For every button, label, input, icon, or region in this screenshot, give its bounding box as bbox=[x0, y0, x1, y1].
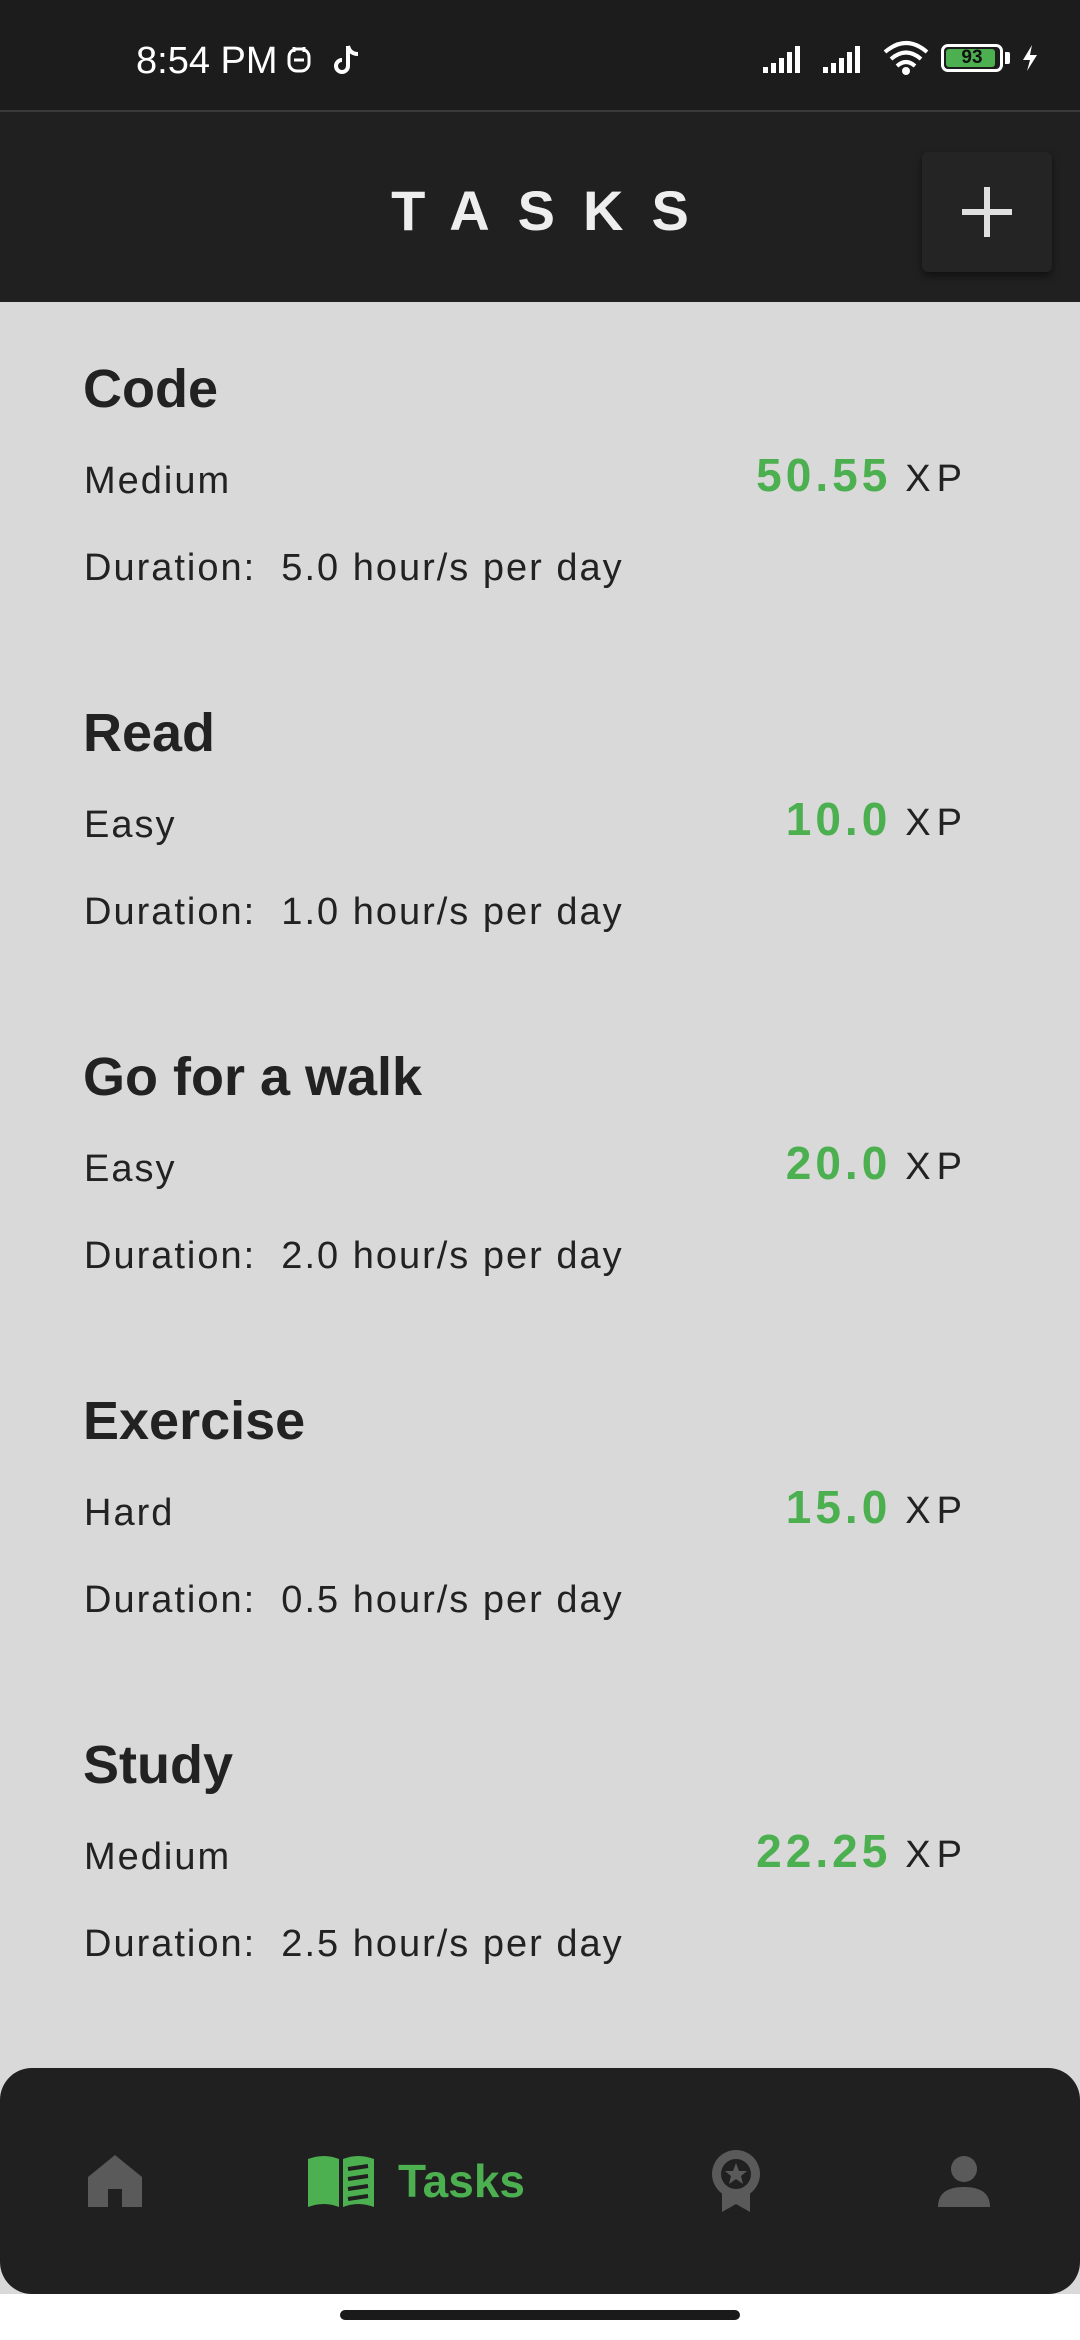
task-duration: Duration: 1.0 hour/s per day bbox=[84, 891, 624, 933]
task-xp: 50.55 XP bbox=[756, 448, 968, 502]
battery-indicator: 93 bbox=[941, 44, 1003, 72]
battery-level: 93 bbox=[961, 47, 983, 68]
app-bar: TASKS bbox=[0, 112, 1080, 302]
task-xp-value: 10.0 bbox=[785, 793, 892, 845]
task-duration: Duration: 2.5 hour/s per day bbox=[84, 1923, 624, 1965]
nav-profile[interactable] bbox=[936, 2068, 992, 2294]
task-xp: 22.25 XP bbox=[756, 1824, 968, 1878]
bottom-navigation: Tasks bbox=[0, 2068, 1080, 2294]
task-xp-value: 20.0 bbox=[785, 1137, 892, 1189]
task-xp: 10.0 XP bbox=[786, 792, 968, 846]
task-xp: 15.0 XP bbox=[786, 1480, 968, 1534]
task-xp-value: 22.25 bbox=[756, 1825, 892, 1877]
task-item[interactable]: Go for a walk Easy Duration: 2.0 hour/s … bbox=[0, 990, 1080, 1334]
task-list: Code Medium Duration: 5.0 hour/s per day… bbox=[0, 302, 1080, 2022]
task-item[interactable]: Exercise Hard Duration: 0.5 hour/s per d… bbox=[0, 1334, 1080, 1678]
nav-tasks[interactable]: Tasks bbox=[306, 2068, 525, 2294]
wifi-icon bbox=[883, 41, 929, 75]
status-bar: 8:54 PM 93 bbox=[0, 0, 1080, 112]
task-difficulty: Hard bbox=[84, 1492, 175, 1534]
task-difficulty: Easy bbox=[84, 1148, 177, 1190]
task-xp-unit: XP bbox=[905, 1146, 968, 1188]
nav-home[interactable] bbox=[86, 2068, 144, 2294]
task-item[interactable]: Read Easy Duration: 1.0 hour/s per day 1… bbox=[0, 646, 1080, 990]
book-icon bbox=[308, 2156, 374, 2207]
status-notification-icons bbox=[286, 42, 364, 76]
task-xp-value: 15.0 bbox=[785, 1481, 892, 1533]
nav-achievements[interactable] bbox=[708, 2068, 764, 2294]
signal-icon-2 bbox=[823, 46, 860, 73]
task-item[interactable]: Code Medium Duration: 5.0 hour/s per day… bbox=[0, 302, 1080, 646]
signal-icon bbox=[763, 46, 800, 73]
task-title: Go for a walk bbox=[83, 1047, 423, 1107]
battery-nub bbox=[1005, 52, 1010, 64]
home-indicator[interactable] bbox=[340, 2310, 740, 2320]
status-time: 8:54 PM bbox=[136, 40, 278, 82]
badge-icon bbox=[712, 2150, 760, 2212]
home-icon bbox=[88, 2155, 142, 2207]
alarm-icon bbox=[287, 47, 311, 73]
task-duration: Duration: 0.5 hour/s per day bbox=[84, 1579, 624, 1621]
task-xp-value: 50.55 bbox=[756, 449, 892, 501]
status-system-icons: 93 bbox=[761, 40, 1040, 76]
task-title: Read bbox=[83, 703, 216, 763]
add-task-button[interactable] bbox=[922, 152, 1052, 272]
task-difficulty: Easy bbox=[84, 804, 177, 846]
task-title: Study bbox=[83, 1735, 234, 1795]
task-item[interactable]: Study Medium Duration: 2.5 hour/s per da… bbox=[0, 1678, 1080, 2022]
person-icon bbox=[938, 2156, 990, 2207]
tiktok-icon bbox=[334, 45, 359, 74]
task-xp-unit: XP bbox=[905, 802, 968, 844]
task-difficulty: Medium bbox=[84, 1836, 232, 1878]
page-title: TASKS bbox=[391, 179, 717, 242]
task-xp: 20.0 XP bbox=[786, 1136, 968, 1190]
charging-icon bbox=[1023, 45, 1037, 71]
nav-tasks-label: Tasks bbox=[398, 2155, 526, 2207]
task-title: Code bbox=[83, 359, 218, 419]
task-xp-unit: XP bbox=[905, 1490, 968, 1532]
task-duration: Duration: 5.0 hour/s per day bbox=[84, 547, 624, 589]
task-xp-unit: XP bbox=[905, 1834, 968, 1876]
task-title: Exercise bbox=[83, 1391, 306, 1451]
task-difficulty: Medium bbox=[84, 460, 232, 502]
task-duration: Duration: 2.0 hour/s per day bbox=[84, 1235, 624, 1277]
plus-icon bbox=[962, 187, 1012, 237]
task-xp-unit: XP bbox=[905, 458, 968, 500]
